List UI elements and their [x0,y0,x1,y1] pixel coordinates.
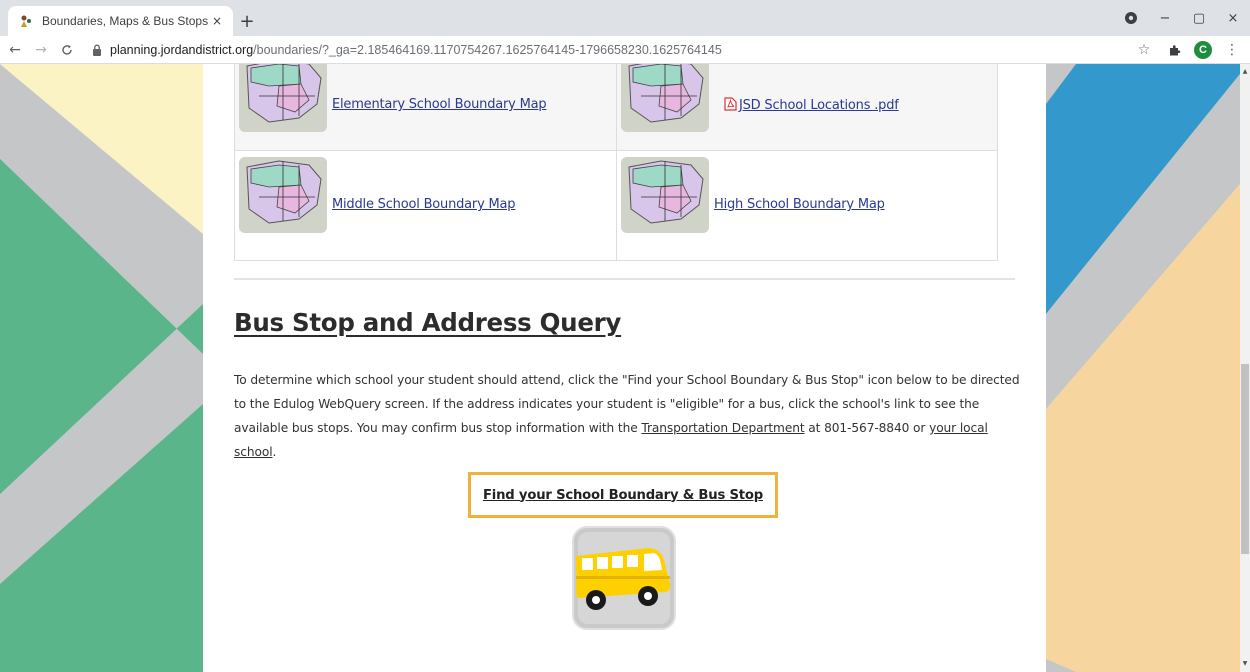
url-path: /boundaries/?_ga=2.185464169.1170754267.… [253,43,722,57]
right-decorative-background [1046,64,1240,672]
boundary-maps-table: Elementary School Boundary Map JSD Schoo… [234,64,998,261]
close-window-button[interactable]: × [1216,0,1250,36]
tab-title: Boundaries, Maps & Bus Stops - [42,14,209,28]
page-viewport: Elementary School Boundary Map JSD Schoo… [0,64,1250,672]
left-decorative-background [0,64,203,672]
elementary-map-thumbnail[interactable] [239,64,327,132]
reload-icon[interactable] [56,39,78,61]
media-control-icon[interactable] [1114,0,1148,36]
locations-map-thumbnail[interactable] [621,64,709,132]
school-bus-icon[interactable] [572,526,676,630]
bus-stop-instructions: To determine which school your student s… [234,368,1024,464]
pdf-file-icon [724,97,737,111]
middle-map-thumbnail[interactable] [239,157,327,233]
elementary-boundary-map-link[interactable]: Elementary School Boundary Map [332,97,547,112]
table-cell: Middle School Boundary Map [235,151,616,260]
transportation-department-link[interactable]: Transportation Department [641,421,804,435]
table-cell: Elementary School Boundary Map [235,64,616,150]
instructions-text-2: at 801-567-8840 or [804,421,930,435]
table-row: Elementary School Boundary Map JSD Schoo… [235,64,997,150]
browser-tab-active[interactable]: Boundaries, Maps & Bus Stops - × [8,6,233,36]
url-text[interactable]: planning.jordandistrict.org/boundaries/?… [110,43,722,57]
more-menu-icon[interactable]: ⋮ [1222,40,1242,60]
browser-tab-bar: Boundaries, Maps & Bus Stops - × + − ▢ × [0,0,1250,36]
high-boundary-map-link[interactable]: High School Boundary Map [714,197,885,212]
scroll-up-arrow-icon[interactable]: ▲ [1241,68,1249,76]
site-favicon-icon [18,13,34,29]
school-locations-pdf-label: JSD School Locations .pdf [739,98,899,113]
section-divider [234,278,1015,280]
table-cell: High School Boundary Map [616,151,997,260]
school-locations-pdf-link[interactable]: JSD School Locations .pdf [724,97,899,113]
page-scrollbar[interactable]: ▲ ▼ [1240,64,1250,672]
high-map-thumbnail[interactable] [621,157,709,233]
table-row: Middle School Boundary Map High School B… [235,150,997,260]
profile-avatar[interactable]: C [1194,41,1212,59]
url-host: planning.jordandistrict.org [110,43,254,57]
middle-boundary-map-link[interactable]: Middle School Boundary Map [332,197,516,212]
find-boundary-bus-stop-button[interactable]: Find your School Boundary & Bus Stop [468,472,778,518]
extensions-puzzle-icon[interactable] [1164,40,1184,60]
scrollbar-thumb[interactable] [1241,364,1249,554]
browser-toolbar: ← → planning.jordandistrict.org/boundari… [0,36,1250,64]
table-cell: JSD School Locations .pdf [616,64,997,150]
minimize-button[interactable]: − [1148,0,1182,36]
new-tab-button[interactable]: + [236,10,258,32]
main-content: Elementary School Boundary Map JSD Schoo… [203,64,1046,672]
bus-stop-section-title: Bus Stop and Address Query [234,308,622,337]
tab-close-icon[interactable]: × [209,13,225,29]
address-bar[interactable]: planning.jordandistrict.org/boundaries/?… [90,39,1130,61]
lock-icon[interactable] [90,43,104,57]
scroll-down-arrow-icon[interactable]: ▼ [1241,660,1249,668]
maximize-button[interactable]: ▢ [1182,0,1216,36]
back-arrow-icon[interactable]: ← [4,39,26,61]
toolbar-right-icons: ☆ C ⋮ [1134,39,1242,61]
window-controls: − ▢ × [1114,0,1250,36]
forward-arrow-icon[interactable]: → [30,39,52,61]
bookmark-star-icon[interactable]: ☆ [1134,40,1154,60]
instructions-text-3: . [272,445,277,459]
